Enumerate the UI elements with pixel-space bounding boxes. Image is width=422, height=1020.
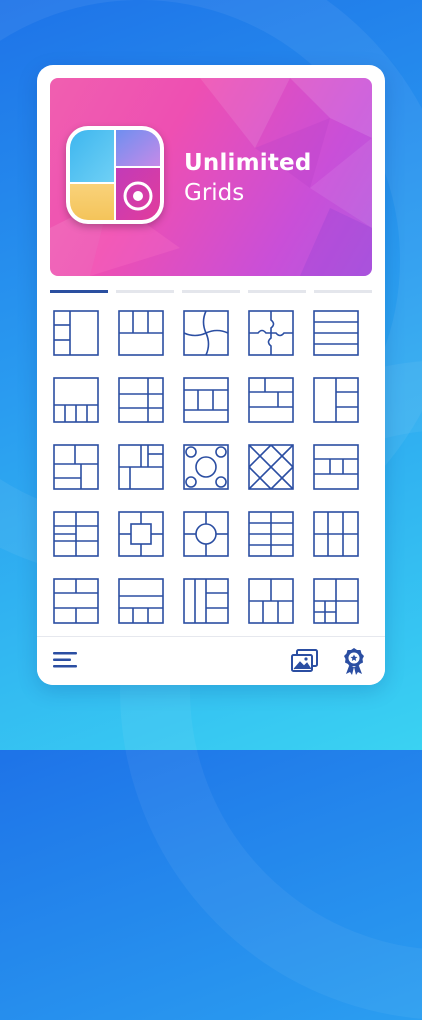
layout-option-rows-cols-mix[interactable] xyxy=(53,578,99,624)
layout-option-puzzle-quad[interactable] xyxy=(248,310,294,356)
layout-option-corner-grid[interactable] xyxy=(313,578,359,624)
gallery-icon[interactable] xyxy=(291,649,319,677)
layout-option-center-square[interactable] xyxy=(118,511,164,557)
app-logo-icon xyxy=(66,126,164,224)
layout-option-rows-mid-split[interactable] xyxy=(313,444,359,490)
layout-option-circles-ring[interactable] xyxy=(183,444,229,490)
layout-option-t-three-cols[interactable] xyxy=(118,310,164,356)
layout-option-two-over-three[interactable] xyxy=(248,578,294,624)
banner-title: Unlimited xyxy=(184,150,312,176)
page-tab-1[interactable] xyxy=(50,290,108,293)
layout-option-grid-2x3[interactable] xyxy=(53,511,99,557)
layout-option-diamond-cross[interactable] xyxy=(248,444,294,490)
layout-option-col-split[interactable] xyxy=(183,578,229,624)
layout-option-center-circle[interactable] xyxy=(183,511,229,557)
layout-option-four-with-side[interactable] xyxy=(118,377,164,423)
banner-subtitle: Grids xyxy=(184,180,245,206)
layout-option-frame-mid[interactable] xyxy=(183,377,229,423)
layout-option-col-stack[interactable] xyxy=(313,377,359,423)
page-tab-2[interactable] xyxy=(116,290,174,293)
page-tab-4[interactable] xyxy=(248,290,306,293)
layout-option-wavy-quad[interactable] xyxy=(183,310,229,356)
layout-option-grid-corner[interactable] xyxy=(53,444,99,490)
layout-option-cross-box[interactable] xyxy=(248,377,294,423)
layout-option-top-big-bottom-4[interactable] xyxy=(53,377,99,423)
premium-badge-icon[interactable] xyxy=(343,647,365,679)
layout-option-l-split-left[interactable] xyxy=(53,310,99,356)
layout-grid xyxy=(37,305,385,635)
main-card: Unlimited Grids xyxy=(37,65,385,685)
layout-option-grid-3x2[interactable] xyxy=(248,511,294,557)
page-indicator xyxy=(50,290,372,294)
layout-option-stair-quad[interactable] xyxy=(118,444,164,490)
menu-icon[interactable] xyxy=(53,651,77,673)
layout-option-cols-3[interactable] xyxy=(313,511,359,557)
page-tab-3[interactable] xyxy=(182,290,240,293)
bottom-toolbar xyxy=(37,636,385,685)
promo-banner: Unlimited Grids xyxy=(50,78,372,276)
page-tab-5[interactable] xyxy=(314,290,372,293)
layout-option-h-rows-4[interactable] xyxy=(313,310,359,356)
layout-option-bottom-strip[interactable] xyxy=(118,578,164,624)
